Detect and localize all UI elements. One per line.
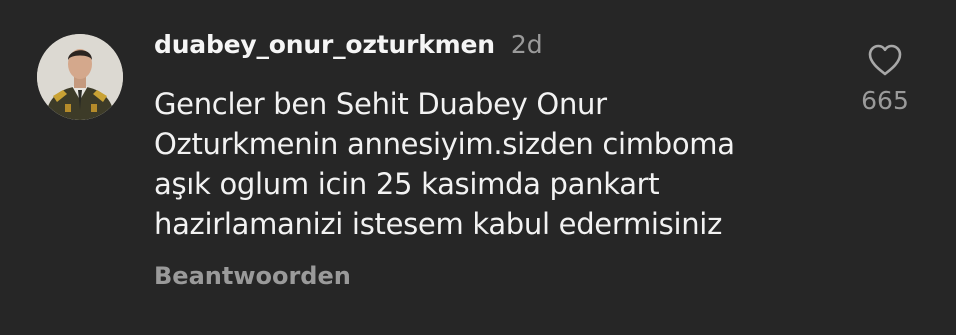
timestamp: 2d bbox=[510, 30, 543, 59]
like-section: 665 bbox=[855, 42, 915, 115]
comment-text-line: aşık oglum icin 25 kasimda pankart bbox=[154, 167, 660, 201]
avatar[interactable] bbox=[37, 34, 123, 120]
like-count: 665 bbox=[861, 86, 909, 115]
comment-text: Gencler ben Sehit Duabey Onur Ozturkmeni… bbox=[154, 84, 834, 244]
comment-text-line: hazirlamanizi istesem kabul edermisiniz bbox=[154, 207, 722, 241]
heart-icon[interactable] bbox=[866, 42, 904, 78]
comment-header: duabey_onur_ozturkmen 2d bbox=[154, 30, 543, 70]
username[interactable]: duabey_onur_ozturkmen bbox=[154, 30, 495, 59]
reply-button[interactable]: Beantwoorden bbox=[154, 262, 351, 290]
comment-text-line: Ozturkmenin annesiyim.sizden cimboma bbox=[154, 127, 735, 161]
comment-text-line: Gencler ben Sehit Duabey Onur bbox=[154, 87, 607, 121]
comment-item: duabey_onur_ozturkmen 2d Gencler ben Seh… bbox=[0, 0, 956, 335]
